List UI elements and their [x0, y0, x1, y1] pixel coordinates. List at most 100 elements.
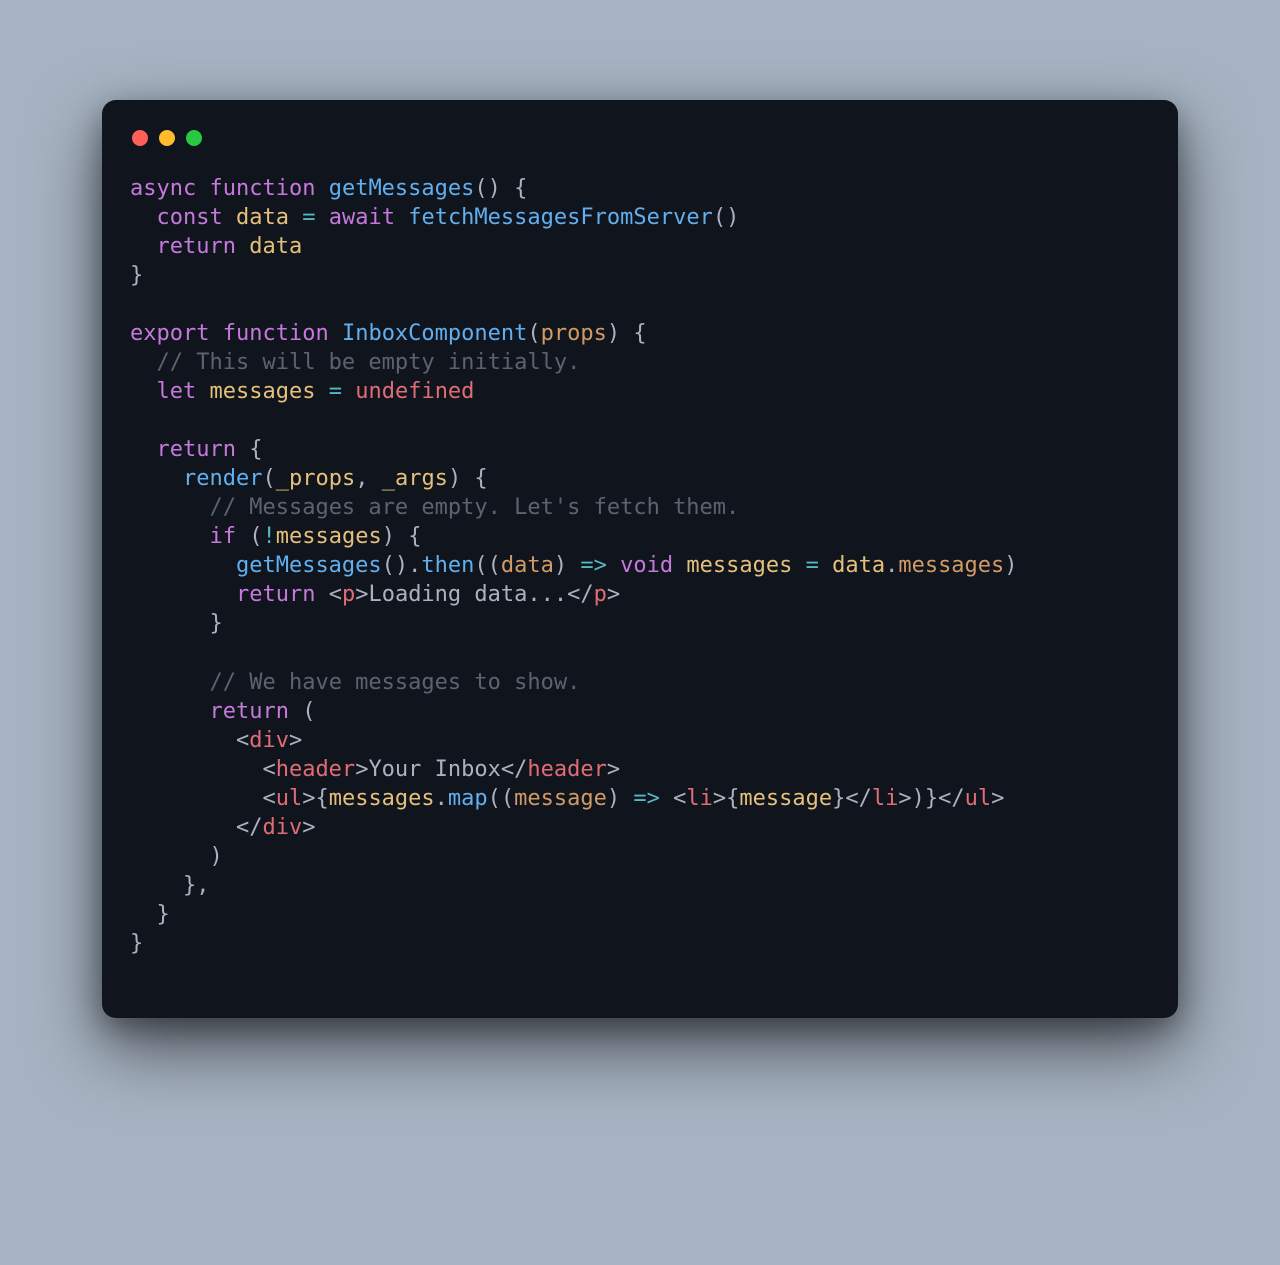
code-token [660, 786, 673, 811]
code-token: > [607, 582, 620, 607]
code-token: { [726, 786, 739, 811]
code-token: => [580, 553, 607, 578]
code-token: ) [130, 844, 223, 869]
code-token [315, 582, 328, 607]
code-token [329, 321, 342, 346]
code-token: )} [912, 786, 939, 811]
code-token: await [329, 205, 395, 230]
code-token: (). [382, 553, 422, 578]
code-token: ) { [382, 524, 422, 549]
code-token: map [448, 786, 488, 811]
code-token: p [342, 582, 355, 607]
code-token: async [130, 176, 196, 201]
code-token: . [885, 553, 898, 578]
code-token: props [541, 321, 607, 346]
code-token: fetchMessagesFromServer [408, 205, 713, 230]
code-token: messages [898, 553, 1004, 578]
code-token: // This will be empty initially. [157, 350, 581, 375]
code-token: ul [965, 786, 992, 811]
code-token: getMessages [236, 553, 382, 578]
code-token: then [421, 553, 474, 578]
code-token: data [501, 553, 554, 578]
code-token: </ [567, 582, 594, 607]
code-token [196, 176, 209, 201]
code-token: > [302, 815, 315, 840]
code-token: if [209, 524, 236, 549]
code-token: > [355, 757, 368, 782]
code-token [130, 379, 157, 404]
code-token: } [832, 786, 845, 811]
code-token [130, 815, 236, 840]
code-token: data [236, 205, 289, 230]
code-token: div [262, 815, 302, 840]
code-token [792, 553, 805, 578]
code-token: return [157, 437, 236, 462]
code-token: InboxComponent [342, 321, 527, 346]
code-token: messages [276, 524, 382, 549]
code-token: => [633, 786, 660, 811]
code-token: } [130, 902, 170, 927]
code-token: < [673, 786, 686, 811]
code-token: ( [262, 466, 275, 491]
code-token: }, [130, 873, 209, 898]
code-token [130, 699, 209, 724]
code-token [130, 728, 236, 753]
code-token: > [898, 786, 911, 811]
code-token [395, 205, 408, 230]
code-token [819, 553, 832, 578]
code-token: messages [329, 786, 435, 811]
code-token [315, 205, 328, 230]
code-token: > [991, 786, 1004, 811]
code-token [223, 205, 236, 230]
code-token: </ [845, 786, 872, 811]
code-token: return [236, 582, 315, 607]
code-token: } [130, 611, 223, 636]
code-token [130, 524, 209, 549]
code-token [130, 205, 157, 230]
code-token: Your Inbox [368, 757, 500, 782]
code-token: export [130, 321, 209, 346]
close-icon[interactable] [132, 130, 148, 146]
code-token [315, 379, 328, 404]
code-token: > [607, 757, 620, 782]
code-token: ( [527, 321, 540, 346]
code-token [130, 582, 236, 607]
code-token: data [249, 234, 302, 259]
code-token [289, 205, 302, 230]
minimize-icon[interactable] [159, 130, 175, 146]
code-token [130, 786, 262, 811]
code-token [130, 350, 157, 375]
code-token: (( [488, 786, 515, 811]
code-token: render [183, 466, 262, 491]
code-token: > [302, 786, 315, 811]
code-token: _props [276, 466, 355, 491]
code-token: , [355, 466, 382, 491]
code-token: < [236, 728, 249, 753]
code-token: < [329, 582, 342, 607]
code-token: . [435, 786, 448, 811]
titlebar [130, 126, 1150, 174]
code-token: ) [1004, 553, 1017, 578]
code-token [673, 553, 686, 578]
code-token: </ [501, 757, 528, 782]
code-token: { [315, 786, 328, 811]
code-token: ( [289, 699, 316, 724]
code-token: // Messages are empty. Let's fetch them. [209, 495, 739, 520]
code-token: messages [210, 379, 316, 404]
code-token [236, 234, 249, 259]
maximize-icon[interactable] [186, 130, 202, 146]
code-token [130, 466, 183, 491]
code-token [130, 757, 262, 782]
code-token: header [527, 757, 606, 782]
code-token: > [289, 728, 302, 753]
code-token: = [329, 379, 342, 404]
code-token [209, 321, 222, 346]
code-token [315, 176, 328, 201]
code-token: < [262, 757, 275, 782]
code-token: header [276, 757, 355, 782]
code-token: messages [686, 553, 792, 578]
code-token: function [209, 176, 315, 201]
code-token: function [223, 321, 329, 346]
code-token: div [249, 728, 289, 753]
code-token: </ [236, 815, 263, 840]
